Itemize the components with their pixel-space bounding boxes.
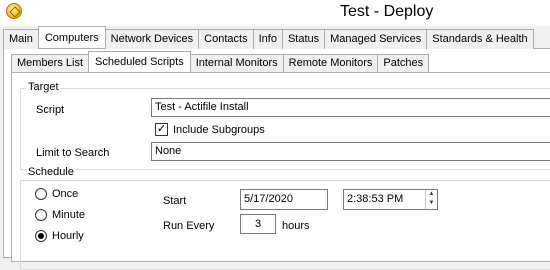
include-subgroups-checkbox[interactable]: ✓ (155, 123, 168, 136)
tab-internal-monitors[interactable]: Internal Monitors (189, 54, 284, 72)
tab-status[interactable]: Status (281, 29, 326, 49)
spin-down-icon[interactable]: ▼ (426, 199, 437, 208)
start-date-picker[interactable]: 5/17/2020 (240, 189, 328, 210)
tab-network-devices[interactable]: Network Devices (104, 29, 200, 49)
run-every-field[interactable]: 3 (240, 214, 276, 234)
limit-to-search-label: Limit to Search (36, 147, 110, 159)
time-spinner[interactable]: ▲ ▼ (425, 190, 437, 209)
run-every-unit: hours (282, 220, 310, 232)
main-tab-strip: Main Computers Network Devices Contacts … (3, 26, 534, 49)
schedule-minute-radio[interactable] (35, 209, 47, 221)
tab-info[interactable]: Info (252, 29, 283, 49)
limit-to-search-field[interactable]: None (151, 142, 550, 161)
tab-contacts[interactable]: Contacts (198, 29, 254, 49)
window-title: Test - Deploy (340, 3, 434, 20)
script-field[interactable]: Test - Actifile Install (151, 98, 550, 117)
schedule-group-label: Schedule (26, 166, 76, 178)
tab-members-list[interactable]: Members List (11, 54, 90, 72)
target-group-label: Target (26, 81, 61, 93)
start-label: Start (163, 195, 187, 207)
sub-tab-panel: Target Script Test - Actifile Install ✓ … (11, 72, 550, 270)
include-subgroups-label[interactable]: Include Subgroups (173, 124, 265, 136)
tab-patches[interactable]: Patches (377, 54, 430, 72)
tab-main[interactable]: Main (3, 29, 39, 49)
spin-up-icon[interactable]: ▲ (426, 190, 437, 199)
schedule-hourly-radio[interactable] (35, 230, 47, 242)
tab-standards-health[interactable]: Standards & Health (426, 29, 534, 49)
run-every-label: Run Every (163, 220, 215, 232)
title-bar: Test - Deploy (0, 0, 550, 26)
start-time-value: 2:38:53 PM (347, 193, 404, 205)
sub-tab-strip: Members List Scheduled Scripts Internal … (11, 51, 430, 73)
start-time-field[interactable]: 2:38:53 PM ▲ ▼ (343, 189, 438, 210)
tab-computers[interactable]: Computers (37, 26, 106, 48)
tab-remote-monitors[interactable]: Remote Monitors (282, 54, 379, 72)
schedule-hourly-label[interactable]: Hourly (52, 230, 84, 242)
tab-managed-services[interactable]: Managed Services (324, 29, 428, 49)
script-label: Script (36, 104, 65, 116)
tab-scheduled-scripts[interactable]: Scheduled Scripts (88, 51, 191, 72)
schedule-once-label[interactable]: Once (52, 188, 78, 200)
schedule-once-radio[interactable] (35, 188, 47, 200)
schedule-minute-label[interactable]: Minute (52, 209, 85, 221)
app-icon[interactable] (6, 3, 22, 19)
